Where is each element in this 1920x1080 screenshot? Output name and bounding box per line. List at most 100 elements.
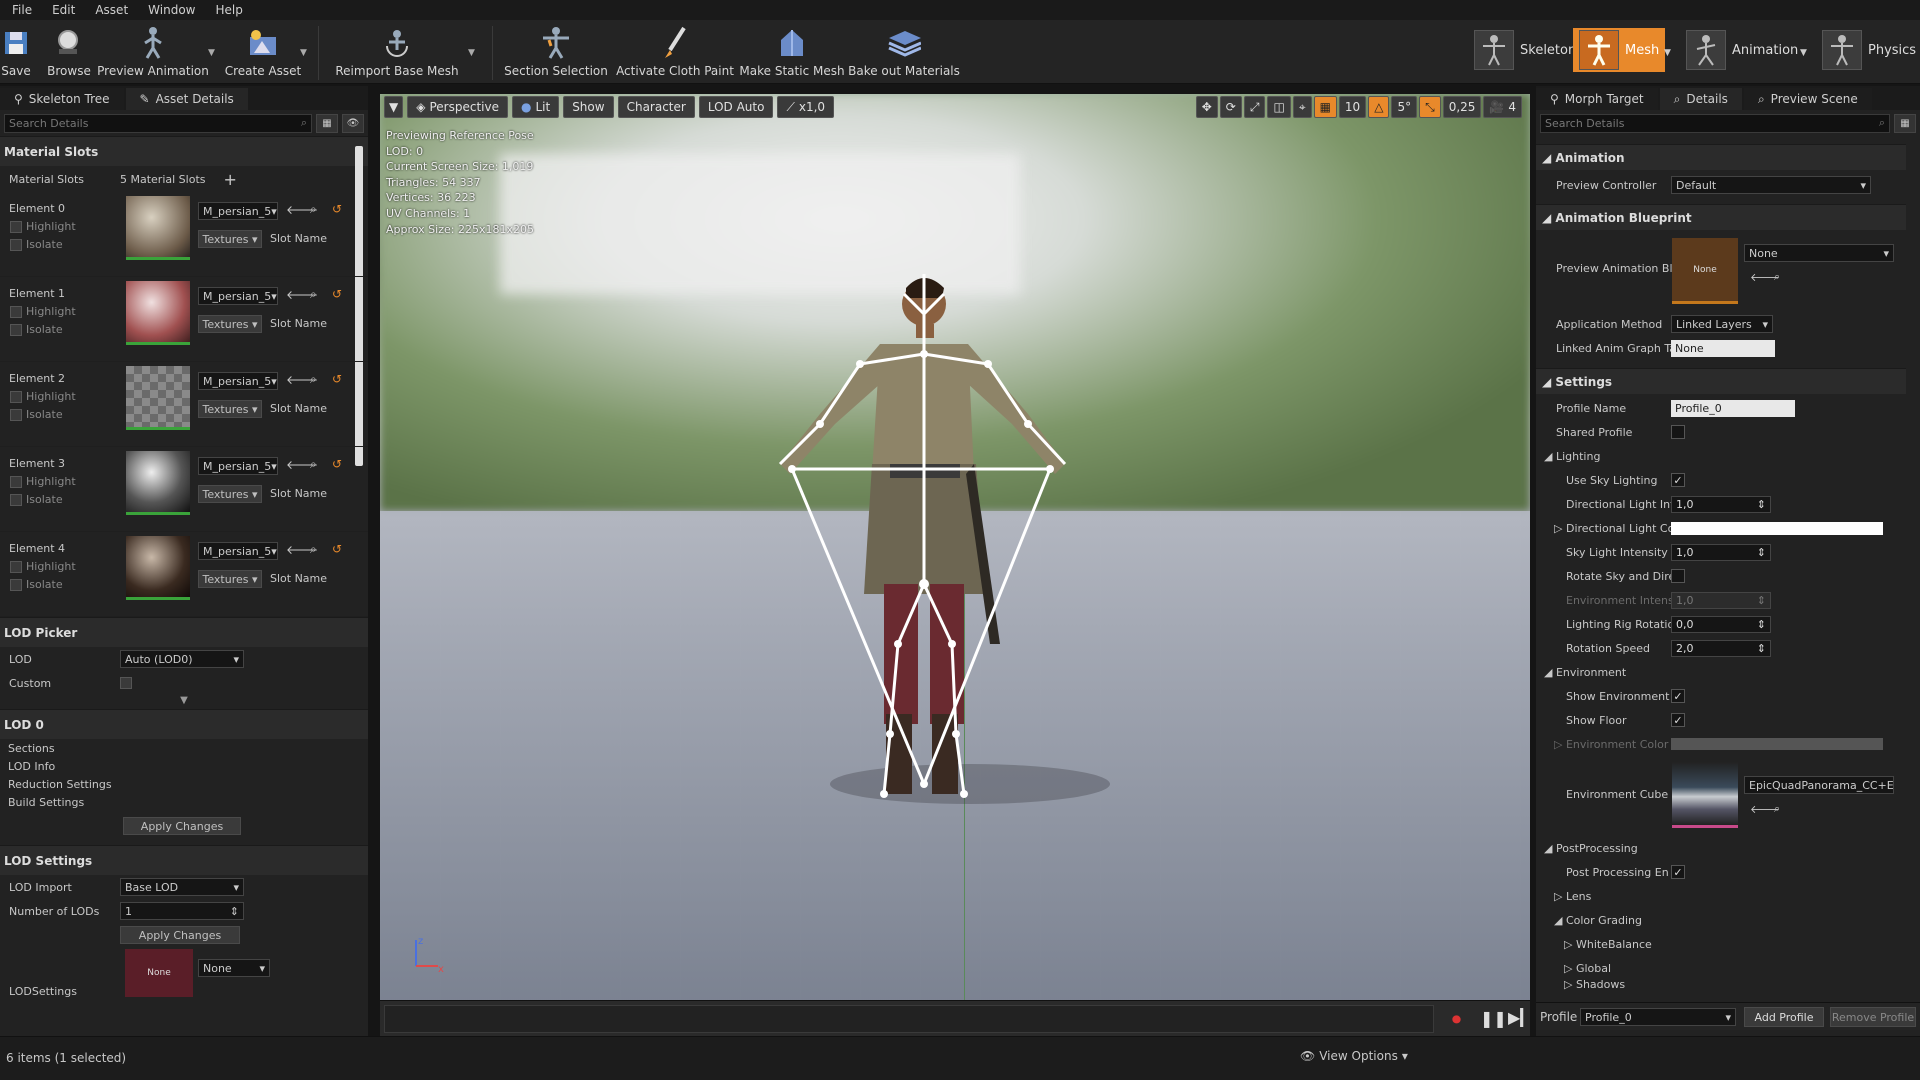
isolate-checkbox[interactable]: Isolate: [10, 238, 63, 251]
browse-button[interactable]: Browse: [44, 22, 94, 82]
show-floor-checkbox[interactable]: ✓: [1671, 713, 1685, 727]
anim-bp-combo[interactable]: None ▾: [1744, 244, 1894, 262]
environment-cube-thumbnail[interactable]: [1672, 762, 1738, 828]
material-combo[interactable]: M_persian_5 ▾: [198, 457, 278, 475]
preview-animation-button[interactable]: Preview Animation: [97, 22, 209, 82]
reset-arrow-icon[interactable]: ↺: [332, 542, 342, 556]
surface-snap-icon[interactable]: ⌖: [1292, 96, 1312, 118]
tab-asset-details[interactable]: ✎ Asset Details: [125, 88, 248, 110]
lod-import-combo[interactable]: Base LOD ▾: [120, 878, 244, 896]
global-group[interactable]: ▷ Global: [1536, 958, 1920, 978]
rotate-sky-checkbox[interactable]: [1671, 569, 1685, 583]
browse-search-icon[interactable]: ⌕: [1774, 802, 1780, 816]
browse-search-icon[interactable]: ⌕: [310, 372, 317, 387]
lit-button[interactable]: ● Lit: [511, 96, 560, 118]
highlight-checkbox[interactable]: Highlight: [10, 475, 76, 488]
grid-size-value[interactable]: 10: [1338, 96, 1367, 118]
sky-light-intensity-input[interactable]: 1,0 ⇕: [1671, 543, 1771, 561]
scale-icon[interactable]: ⤢: [1243, 96, 1266, 118]
viewport[interactable]: ▼ ◈ Perspective ● Lit Show Character LOD A…: [380, 94, 1530, 1000]
textures-dropdown[interactable]: Textures ▾: [198, 485, 262, 503]
postprocessing-group[interactable]: ◢ PostProcessing: [1536, 838, 1920, 858]
directional-light-intensity-input[interactable]: 1,0 ⇕: [1671, 495, 1771, 513]
add-profile-button[interactable]: Add Profile: [1744, 1007, 1824, 1027]
application-method-combo[interactable]: Linked Layers ▾: [1671, 315, 1773, 333]
view-options-grid-icon[interactable]: ▦: [316, 113, 338, 133]
lod-picker-category[interactable]: LOD Picker: [0, 617, 368, 647]
add-slot-icon[interactable]: +: [224, 170, 237, 189]
mesh-mode-dropdown-icon[interactable]: ▼: [1664, 48, 1671, 58]
animation-blueprint-category[interactable]: ◢ Animation Blueprint: [1536, 204, 1906, 230]
animation-mode-dropdown-icon[interactable]: ▼: [1800, 48, 1807, 58]
anim-bp-thumbnail[interactable]: None: [1672, 238, 1738, 304]
material-combo[interactable]: M_persian_5 ▾: [198, 287, 278, 305]
tab-morph-target[interactable]: ⚲ Morph Target: [1536, 88, 1658, 110]
isolate-checkbox[interactable]: Isolate: [10, 323, 63, 336]
white-balance-group[interactable]: ▷ WhiteBalance: [1536, 934, 1920, 954]
lod-settings-category[interactable]: LOD Settings: [0, 845, 368, 875]
scale-snap-icon[interactable]: ⤡: [1419, 96, 1441, 118]
mode-skeleton-button[interactable]: Skeleton: [1468, 28, 1582, 72]
world-local-icon[interactable]: ◫: [1267, 96, 1291, 118]
shadows-group[interactable]: ▷ Shadows: [1536, 980, 1920, 990]
reset-arrow-icon[interactable]: ↺: [332, 372, 342, 386]
lod0-category[interactable]: LOD 0: [0, 709, 368, 739]
pause-icon[interactable]: ❚❚: [1480, 1009, 1507, 1028]
use-sky-lighting-checkbox[interactable]: ✓: [1671, 473, 1685, 487]
lighting-group[interactable]: ◢ Lighting: [1536, 446, 1920, 466]
post-processing-enabled-checkbox[interactable]: ✓: [1671, 865, 1685, 879]
step-forward-icon[interactable]: ▶▎: [1508, 1008, 1533, 1027]
create-asset-button[interactable]: Create Asset: [225, 22, 301, 82]
sections-item[interactable]: Sections: [0, 739, 368, 757]
translate-icon[interactable]: ✥: [1195, 96, 1218, 118]
section-selection-button[interactable]: Section Selection: [504, 22, 608, 82]
material-thumbnail[interactable]: [126, 196, 190, 260]
reset-arrow-icon[interactable]: ↺: [332, 202, 342, 216]
grid-snap-icon[interactable]: ▦: [1313, 96, 1337, 118]
menu-asset[interactable]: Asset: [85, 3, 138, 17]
activate-cloth-paint-button[interactable]: Activate Cloth Paint: [616, 22, 734, 82]
preview-controller-combo[interactable]: Default ▾: [1671, 176, 1871, 194]
environment-group[interactable]: ◢ Environment: [1536, 662, 1920, 682]
isolate-checkbox[interactable]: Isolate: [10, 408, 63, 421]
browse-search-icon[interactable]: ⌕: [1774, 270, 1780, 284]
make-static-mesh-button[interactable]: Make Static Mesh: [739, 22, 845, 82]
settings-category[interactable]: ◢ Settings: [1536, 368, 1906, 394]
playback-speed-button[interactable]: ⟋ x1,0: [777, 96, 835, 118]
menu-window[interactable]: Window: [138, 3, 205, 17]
lodsettings-thumbnail[interactable]: None: [125, 949, 193, 997]
rotation-speed-input[interactable]: 2,0 ⇕: [1671, 639, 1771, 657]
color-grading-group[interactable]: ◢ Color Grading: [1536, 910, 1920, 930]
show-environment-checkbox[interactable]: ✓: [1671, 689, 1685, 703]
material-slots-category[interactable]: Material Slots: [0, 136, 368, 166]
reimport-base-mesh-button[interactable]: Reimport Base Mesh: [335, 22, 459, 82]
material-thumbnail[interactable]: [126, 536, 190, 600]
directional-light-color-swatch[interactable]: [1671, 521, 1883, 535]
reduction-settings-item[interactable]: Reduction Settings: [0, 775, 368, 793]
shared-profile-checkbox[interactable]: [1671, 425, 1685, 439]
textures-dropdown[interactable]: Textures ▾: [198, 315, 262, 333]
browse-search-icon[interactable]: ⌕: [310, 542, 317, 557]
show-button[interactable]: Show: [563, 96, 614, 118]
record-icon[interactable]: ⏺: [1452, 1009, 1461, 1030]
material-combo[interactable]: M_persian_5 ▾: [198, 202, 278, 220]
highlight-checkbox[interactable]: Highlight: [10, 305, 76, 318]
timeline-track[interactable]: [384, 1005, 1434, 1033]
angle-size-value[interactable]: 5°: [1391, 96, 1418, 118]
linked-anim-graph-input[interactable]: None: [1671, 339, 1775, 357]
isolate-checkbox[interactable]: Isolate: [10, 578, 63, 591]
tab-details[interactable]: ⌕ Details: [1659, 88, 1742, 110]
lens-group[interactable]: ▷ Lens: [1536, 886, 1920, 906]
material-combo[interactable]: M_persian_5 ▾: [198, 542, 278, 560]
view-options-button[interactable]: 👁 View Options ▾: [1300, 1049, 1408, 1063]
angle-snap-icon[interactable]: △: [1368, 96, 1390, 118]
material-thumbnail[interactable]: [126, 451, 190, 515]
isolate-checkbox[interactable]: Isolate: [10, 493, 63, 506]
character-button[interactable]: Character: [617, 96, 695, 118]
mode-physics-button[interactable]: Physics: [1816, 28, 1920, 72]
rotate-icon[interactable]: ⟳: [1219, 96, 1242, 118]
expand-chevron-icon[interactable]: ▼: [0, 695, 368, 709]
remove-profile-button[interactable]: Remove Profile: [1830, 1007, 1916, 1027]
menu-edit[interactable]: Edit: [42, 3, 85, 17]
save-button[interactable]: Save: [0, 22, 32, 82]
